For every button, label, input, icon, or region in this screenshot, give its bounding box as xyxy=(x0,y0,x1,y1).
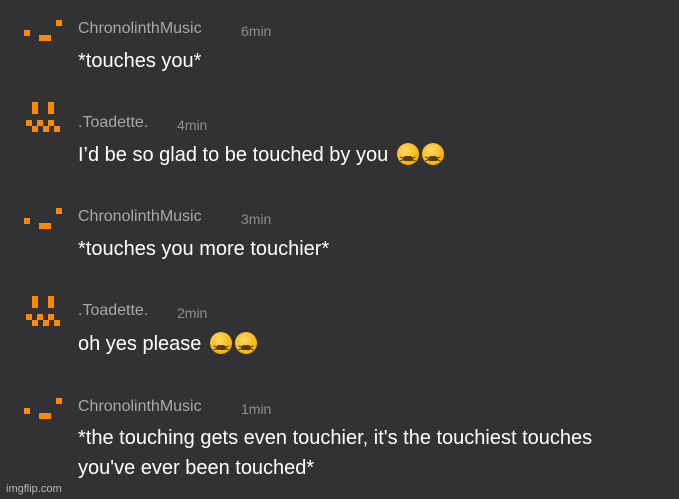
avatar[interactable] xyxy=(22,206,68,236)
avatar[interactable] xyxy=(22,102,68,132)
tired-face-icon xyxy=(421,143,444,175)
message-body: *touches you more touchier* xyxy=(78,238,330,260)
avatar[interactable] xyxy=(22,18,68,48)
timestamp: 6min xyxy=(241,23,272,39)
message-text: *touches you more touchier* xyxy=(78,234,668,264)
message-text: *the touching gets even touchier, it's t… xyxy=(78,423,618,483)
timestamp: 4min xyxy=(177,117,208,133)
message-body: *the touching gets even touchier, it's t… xyxy=(78,427,593,479)
avatar[interactable] xyxy=(22,396,68,426)
watermark: imgflip.com xyxy=(6,483,62,495)
tired-face-icon xyxy=(396,143,419,175)
message-text: *touches you* xyxy=(78,46,668,76)
message-body: oh yes please xyxy=(78,333,202,355)
message-text: I’d be so glad to be touched by you xyxy=(78,140,668,175)
timestamp: 2min xyxy=(177,305,208,321)
message-text: oh yes please xyxy=(78,329,668,364)
avatar[interactable] xyxy=(22,296,68,326)
author-name[interactable]: ChronolinthMusic xyxy=(78,20,202,38)
message-body: *touches you* xyxy=(78,50,202,72)
author-name[interactable]: .Toadette. xyxy=(78,114,148,132)
author-name[interactable]: ChronolinthMusic xyxy=(78,208,202,226)
timestamp: 1min xyxy=(241,401,272,417)
message-body: I’d be so glad to be touched by you xyxy=(78,144,389,166)
timestamp: 3min xyxy=(241,211,272,227)
author-name[interactable]: .Toadette. xyxy=(78,302,148,320)
tired-face-icon xyxy=(209,332,232,364)
author-name[interactable]: ChronolinthMusic xyxy=(78,398,202,416)
tired-face-icon xyxy=(234,332,257,364)
